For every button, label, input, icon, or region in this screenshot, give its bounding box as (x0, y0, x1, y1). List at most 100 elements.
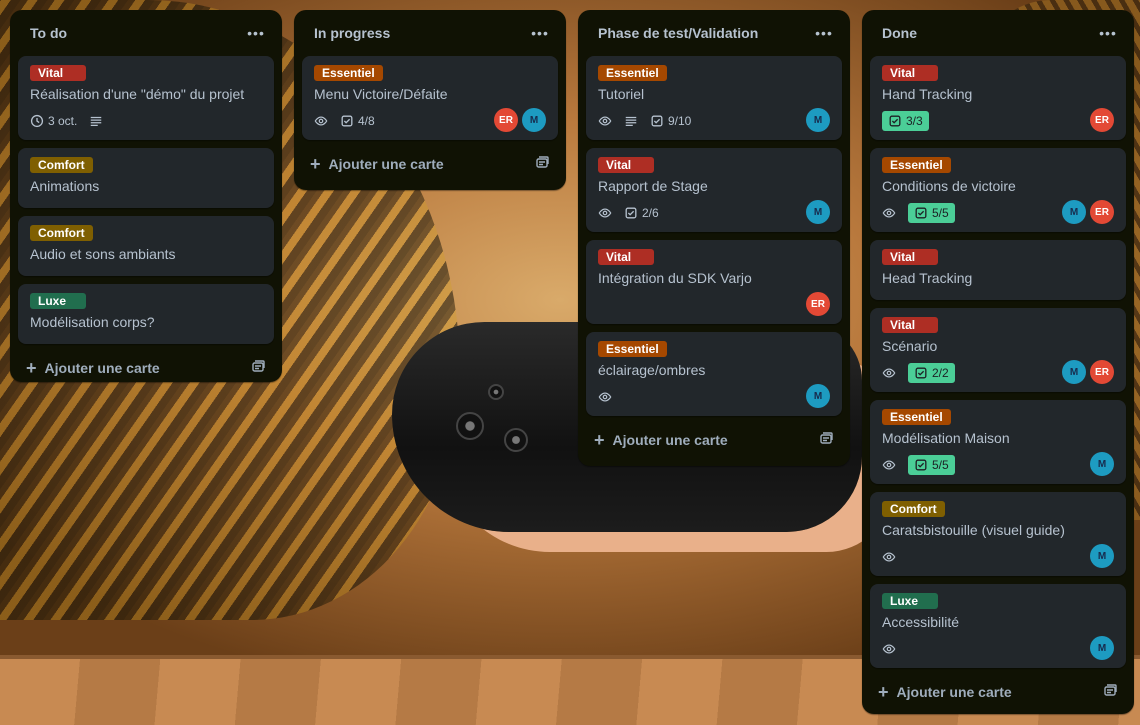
list-header: Phase de test/Validation ••• (586, 10, 842, 56)
card-label: Vital (598, 157, 654, 173)
add-card-label: Ajouter une carte (896, 684, 1012, 700)
card[interactable]: Essentiel Tutoriel 9/10 M (586, 56, 842, 140)
list-in-progress: In progress ••• Essentiel Menu Victoire/… (294, 10, 566, 190)
card-label: Essentiel (598, 65, 667, 81)
checklist-icon (915, 207, 927, 219)
card-label: Essentiel (598, 341, 667, 357)
list-header: To do ••• (18, 10, 274, 56)
checklist-count: 5/5 (932, 206, 949, 220)
checklist-badge: 3/3 (882, 111, 929, 131)
avatar[interactable]: ER (494, 108, 518, 132)
card-title: Conditions de victoire (882, 178, 1016, 194)
card-members: M (806, 108, 830, 132)
clock-icon (30, 114, 44, 128)
card[interactable]: Comfort Caratsbistouille (visuel guide) … (870, 492, 1126, 576)
card-title: Menu Victoire/Défaite (314, 86, 448, 102)
card[interactable]: Essentiel Menu Victoire/Défaite 4/8 ER M (302, 56, 558, 140)
avatar[interactable]: M (1090, 452, 1114, 476)
card[interactable]: Vital Hand Tracking 3/3 ER (870, 56, 1126, 140)
card[interactable]: Vital Intégration du SDK Varjo ER (586, 240, 842, 324)
list-title[interactable]: Done (882, 25, 917, 41)
ellipsis-icon[interactable]: ••• (1094, 19, 1122, 47)
plus-icon: + (594, 430, 605, 450)
card[interactable]: Vital Réalisation d'une "démo" du projet… (18, 56, 274, 140)
list-title[interactable]: In progress (314, 25, 390, 41)
avatar[interactable]: ER (1090, 360, 1114, 384)
description-badge (624, 114, 638, 128)
eye-icon (882, 552, 896, 562)
avatar[interactable]: M (522, 108, 546, 132)
watch-badge (598, 390, 612, 404)
add-card-button[interactable]: + Ajouter une carte (870, 676, 1126, 708)
card-label: Vital (598, 249, 654, 265)
card[interactable]: Luxe Modélisation corps? (18, 284, 274, 344)
description-icon (91, 116, 102, 127)
card[interactable]: Vital Scénario 2/2 M ER (870, 308, 1126, 392)
card-badges (882, 544, 1114, 570)
due-date-badge[interactable]: 3 oct. (30, 114, 77, 128)
card-title: Audio et sons ambiants (30, 246, 176, 262)
checklist-icon (341, 115, 353, 127)
avatar[interactable]: M (1090, 544, 1114, 568)
card[interactable]: Vital Rapport de Stage 2/6 M (586, 148, 842, 232)
plus-icon: + (310, 154, 321, 174)
watch-badge (882, 642, 896, 656)
card[interactable]: Essentiel Modélisation Maison 5/5 M (870, 400, 1126, 484)
avatar[interactable]: M (1062, 360, 1086, 384)
checklist-icon (915, 367, 927, 379)
avatar[interactable]: M (806, 108, 830, 132)
eye-icon (882, 368, 896, 378)
card-template-icon[interactable] (818, 430, 834, 451)
add-card-button[interactable]: + Ajouter une carte (302, 148, 558, 180)
card-template-icon[interactable] (1102, 682, 1118, 703)
avatar[interactable]: ER (1090, 108, 1114, 132)
card-title: Intégration du SDK Varjo (598, 270, 752, 286)
card-badges: 5/5 (882, 452, 1114, 478)
card[interactable]: Essentiel éclairage/ombres M (586, 332, 842, 416)
eye-icon (882, 460, 896, 470)
avatar[interactable]: ER (1090, 200, 1114, 224)
list-title[interactable]: To do (30, 25, 67, 41)
due-date-text: 3 oct. (48, 114, 78, 128)
list-title[interactable]: Phase de test/Validation (598, 25, 758, 41)
checklist-count: 9/10 (668, 114, 692, 128)
card-label: Vital (882, 65, 938, 81)
card[interactable]: Essentiel Conditions de victoire 5/5 M E… (870, 148, 1126, 232)
card[interactable]: Vital Head Tracking (870, 240, 1126, 300)
card-badges (598, 384, 830, 410)
ellipsis-icon[interactable]: ••• (242, 19, 270, 47)
checklist-count: 2/6 (642, 206, 659, 220)
card-template-icon[interactable] (534, 154, 550, 175)
card[interactable]: Luxe Accessibilité M (870, 584, 1126, 668)
add-card-label: Ajouter une carte (612, 432, 728, 448)
avatar[interactable]: M (806, 200, 830, 224)
ellipsis-icon[interactable]: ••• (526, 19, 554, 47)
card-title: éclairage/ombres (598, 362, 706, 378)
eye-icon (598, 116, 612, 126)
avatar[interactable]: M (1090, 636, 1114, 660)
ellipsis-icon[interactable]: ••• (810, 19, 838, 47)
watch-badge (882, 458, 896, 472)
watch-badge (882, 550, 896, 564)
checklist-icon (651, 115, 663, 127)
card[interactable]: Comfort Audio et sons ambiants (18, 216, 274, 276)
list-done: Done ••• Vital Hand Tracking 3/3 ER Esse… (862, 10, 1134, 714)
add-card-button[interactable]: + Ajouter une carte (18, 352, 274, 384)
watch-badge (598, 114, 612, 128)
avatar[interactable]: ER (806, 292, 830, 316)
card-members: M (1090, 636, 1114, 660)
card-title: Animations (30, 178, 100, 194)
add-card-button[interactable]: + Ajouter une carte (586, 424, 842, 456)
card[interactable]: Comfort Animations (18, 148, 274, 208)
avatar[interactable]: M (806, 384, 830, 408)
add-card-label: Ajouter une carte (44, 360, 160, 376)
watch-badge (598, 206, 612, 220)
card-label: Vital (882, 317, 938, 333)
card-template-icon[interactable] (250, 358, 266, 379)
eye-icon (598, 208, 612, 218)
board-canvas: To do ••• Vital Réalisation d'une "démo"… (0, 0, 1140, 725)
card-badges: 9/10 (598, 108, 830, 134)
card-members: ER (806, 292, 830, 316)
avatar[interactable]: M (1062, 200, 1086, 224)
card-badges: 3/3 (882, 108, 1114, 134)
